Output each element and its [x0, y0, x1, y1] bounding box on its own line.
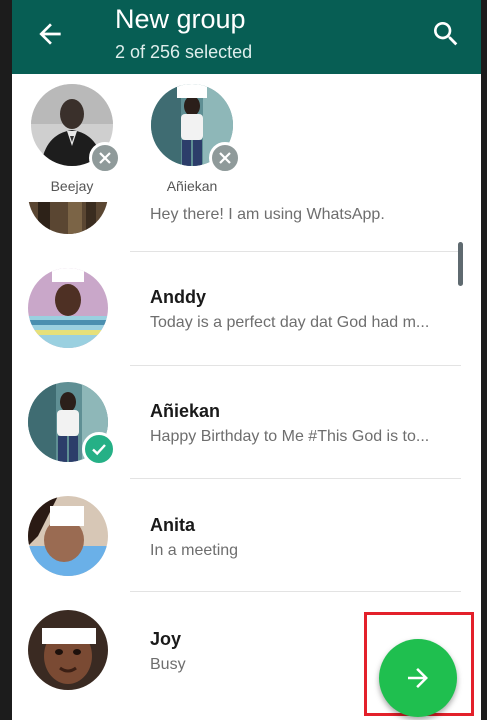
selection-count: 2 of 256 selected [115, 42, 253, 62]
contact-row[interactable]: Anddy Today is a perfect day dat God had… [12, 252, 481, 365]
close-icon [99, 152, 111, 164]
avatar [28, 610, 108, 690]
page-title: New group [115, 4, 246, 34]
selected-chip-aniekan[interactable]: Añiekan [137, 82, 247, 197]
next-button[interactable] [379, 639, 457, 717]
arrow-left-icon [39, 23, 61, 45]
arrow-right-icon [408, 668, 428, 688]
remove-participant-button[interactable] [89, 142, 121, 174]
new-group-screen: New group 2 of 256 selected Beejay Añiek… [12, 0, 481, 720]
divider [130, 591, 461, 592]
selected-chip-beejay[interactable]: Beejay [17, 82, 127, 197]
contact-name: Anita [150, 515, 195, 535]
close-icon [219, 152, 231, 164]
contact-name: Anddy [150, 287, 206, 307]
app-bar: New group 2 of 256 selected [12, 0, 481, 74]
back-button[interactable] [34, 18, 66, 50]
contact-status: In a meeting [150, 542, 239, 559]
avatar [28, 202, 108, 234]
selected-chip-name: Añiekan [166, 178, 218, 194]
contact-name: Añiekan [150, 401, 221, 421]
contact-row[interactable]: Anita In a meeting [12, 480, 481, 593]
contact-status: Today is a perfect day dat God had m... [150, 314, 430, 331]
avatar [28, 496, 108, 576]
contact-row[interactable]: Añiekan Happy Birthday to Me #This God i… [12, 366, 481, 479]
avatar [28, 268, 108, 348]
remove-participant-button[interactable] [209, 142, 241, 174]
scrollbar[interactable] [458, 242, 463, 286]
selected-chip-name: Beejay [50, 178, 94, 194]
contact-status: Hey there! I am using WhatsApp. [150, 206, 385, 223]
check-icon [92, 444, 106, 456]
divider [130, 478, 461, 479]
selected-check-badge [82, 432, 116, 466]
selected-participants: Beejay Añiekan [12, 74, 481, 202]
search-icon [434, 22, 458, 46]
contact-status: Happy Birthday to Me #This God is to... [150, 428, 430, 445]
search-button[interactable] [430, 18, 462, 50]
contact-name: Joy [150, 629, 182, 649]
